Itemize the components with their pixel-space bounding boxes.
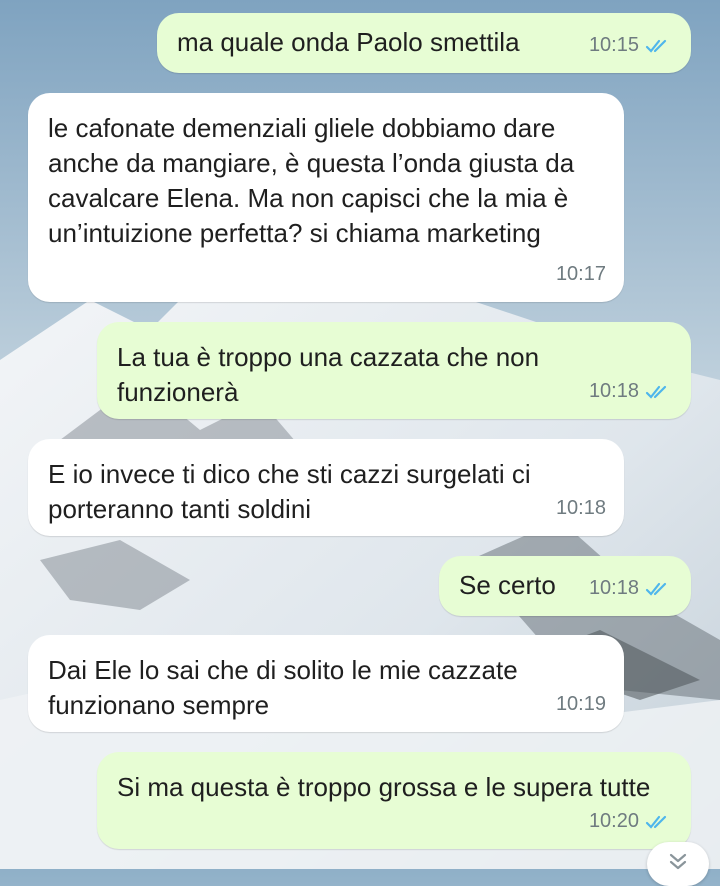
message-meta: 10:18 [556, 491, 606, 526]
message-text: Se certo [459, 570, 556, 600]
message-text: Dai Ele lo sai che di solito le mie cazz… [48, 655, 518, 720]
message-meta: 10:17 [556, 257, 606, 292]
message-meta: 10:15 [589, 28, 673, 63]
message-text: ma quale onda Paolo smettila [177, 27, 520, 57]
message-bubble-outgoing[interactable]: Se certo 10:18 [439, 556, 691, 616]
message-time: 10:19 [555, 693, 606, 715]
message-text: E io invece ti dico che sti cazzi surgel… [48, 459, 531, 524]
message-meta: 10:20 [589, 804, 673, 839]
read-double-check-icon [645, 580, 673, 598]
scroll-to-bottom-button[interactable] [647, 842, 709, 886]
message-meta: 10:18 [589, 374, 673, 409]
message-meta: 10:19 [556, 687, 606, 722]
message-text: le cafonate demenziali gliele dobbiamo d… [48, 113, 575, 248]
message-bubble-outgoing[interactable]: ma quale onda Paolo smettila 10:15 [157, 13, 691, 73]
message-bubble-outgoing[interactable]: Si ma questa è troppo grossa e le supera… [97, 752, 691, 849]
message-list[interactable]: ma quale onda Paolo smettila 10:15 le ca… [0, 0, 720, 869]
message-time: 10:15 [588, 34, 639, 56]
message-time: 10:18 [588, 380, 639, 402]
message-time: 10:17 [555, 263, 606, 285]
read-double-check-icon [645, 37, 673, 55]
message-bubble-incoming[interactable]: E io invece ti dico che sti cazzi surgel… [28, 439, 624, 536]
read-double-check-icon [645, 383, 673, 401]
message-time: 10:18 [588, 577, 639, 599]
double-chevron-down-icon [669, 853, 687, 870]
message-text: La tua è troppo una cazzata che non funz… [117, 342, 540, 407]
message-bubble-outgoing[interactable]: La tua è troppo una cazzata che non funz… [97, 322, 691, 419]
message-text: Si ma questa è troppo grossa e le supera… [117, 772, 651, 802]
message-meta: 10:18 [589, 571, 673, 606]
read-double-check-icon [645, 813, 673, 831]
message-bubble-incoming[interactable]: Dai Ele lo sai che di solito le mie cazz… [28, 635, 624, 732]
message-time: 10:18 [555, 497, 606, 519]
message-bubble-incoming[interactable]: le cafonate demenziali gliele dobbiamo d… [28, 93, 624, 302]
message-time: 10:20 [588, 810, 639, 832]
